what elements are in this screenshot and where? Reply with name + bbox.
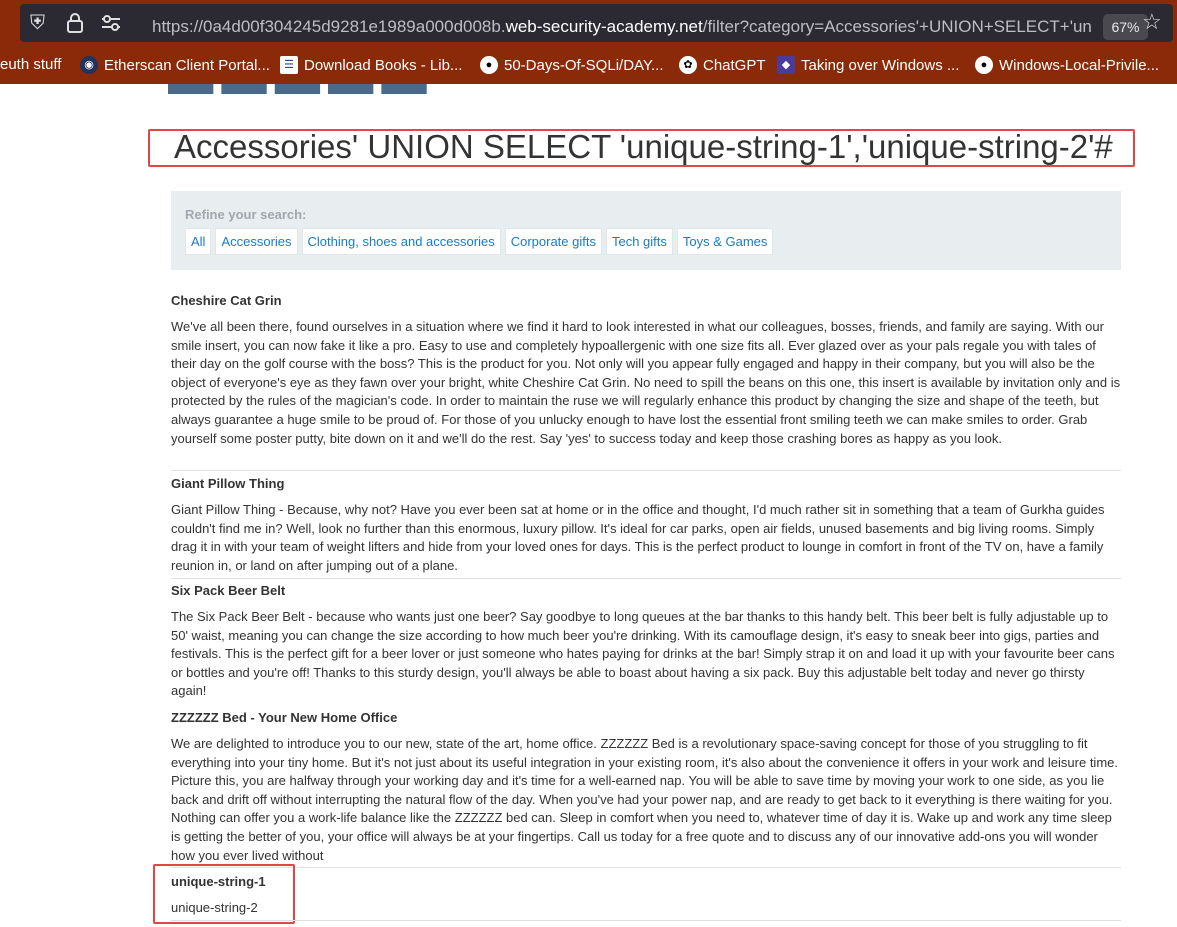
logo-fragment: ▄▄▄▄▄ [168, 84, 468, 94]
address-bar[interactable]: ⛨ https://0a4d00f304245d9281e1989a000d00… [20, 4, 1173, 42]
bookmark-item[interactable]: ✿ ChatGPT [679, 56, 766, 74]
product-name: ZZZZZZ Bed - Your New Home Office [171, 710, 398, 725]
product-description: Giant Pillow Thing - Because, why not? H… [171, 502, 1105, 573]
filter-tech-gifts[interactable]: Tech gifts [605, 228, 673, 255]
bookmark-item[interactable]: ● 50-Days-Of-SQLi/DAY... [480, 56, 664, 74]
browser-toolbar: ⛨ https://0a4d00f304245d9281e1989a000d00… [0, 0, 1177, 84]
highlight-box [148, 129, 1135, 167]
bookmark-label: euth stuff [0, 56, 62, 73]
refine-label: Refine your search: [185, 207, 307, 222]
product-item: Cheshire Cat Grin We've all been there, … [171, 293, 1121, 448]
bookmark-item[interactable]: ● Windows-Local-Privile... [975, 56, 1159, 74]
filter-toys-games[interactable]: Toys & Games [676, 228, 774, 255]
article-icon: ◆ [777, 56, 795, 74]
divider [171, 867, 1121, 868]
product-name: Six Pack Beer Belt [171, 583, 286, 598]
bookmark-label: Taking over Windows ... [801, 56, 960, 74]
product-description: We are delighted to introduce you to our… [171, 736, 1118, 863]
product-description: We've all been there, found ourselves in… [171, 319, 1121, 446]
bookmark-label: ChatGPT [703, 56, 766, 74]
url-path: /filter?category=Accessories'+UNION+SELE… [702, 17, 1092, 36]
product-name: Cheshire Cat Grin [171, 293, 282, 308]
divider [171, 470, 1121, 471]
bookmark-item[interactable]: ◆ Taking over Windows ... [777, 56, 959, 74]
highlight-box [153, 864, 295, 924]
product-name: unique-string-1 [171, 874, 266, 889]
filter-corporate-gifts[interactable]: Corporate gifts [504, 228, 602, 255]
github-icon: ● [975, 56, 993, 74]
bookmark-star-icon[interactable]: ☆ [1142, 11, 1162, 33]
filter-panel: Refine your search: All Accessories Clot… [171, 191, 1121, 270]
chatgpt-icon: ✿ [679, 56, 697, 74]
url-domain: web-security-academy.net [505, 17, 703, 36]
bookmark-label: Etherscan Client Portal... [104, 56, 270, 74]
bookmark-item[interactable]: euth stuff [0, 56, 61, 73]
url-text[interactable]: https://0a4d00f304245d9281e1989a000d008b… [152, 17, 1092, 37]
filter-list: All Accessories Clothing, shoes and acce… [185, 228, 774, 255]
shield-icon[interactable]: ⛨ [30, 13, 45, 33]
bookmark-label: Windows-Local-Privile... [999, 56, 1160, 74]
product-item: Giant Pillow Thing Giant Pillow Thing - … [171, 476, 1121, 575]
etherscan-icon: ◉ [80, 56, 98, 74]
product-item: ZZZZZZ Bed - Your New Home Office We are… [171, 710, 1121, 865]
filter-accessories[interactable]: Accessories [215, 228, 298, 255]
github-icon: ● [480, 56, 498, 74]
product-name: Giant Pillow Thing [171, 476, 285, 491]
url-prefix: https://0a4d00f304245d9281e1989a000d008b… [152, 17, 506, 36]
product-item: unique-string-1 unique-string-2 [171, 874, 1121, 918]
bookmark-item[interactable]: ☰ Download Books - Lib... [280, 56, 462, 74]
filter-all[interactable]: All [185, 228, 212, 255]
product-description: unique-string-2 [171, 900, 258, 915]
product-description: The Six Pack Beer Belt - because who wan… [171, 609, 1115, 699]
divider [171, 578, 1121, 579]
filter-clothing[interactable]: Clothing, shoes and accessories [301, 228, 501, 255]
book-icon: ☰ [280, 56, 298, 74]
divider [171, 920, 1121, 921]
bookmark-label: Download Books - Lib... [304, 56, 463, 74]
lock-icon[interactable] [66, 13, 84, 37]
site-permissions-icon[interactable] [100, 13, 122, 37]
product-item: Six Pack Beer Belt The Six Pack Beer Bel… [171, 583, 1121, 701]
bookmark-label: 50-Days-Of-SQLi/DAY... [504, 56, 664, 74]
bookmarks-bar: euth stuff ◉ Etherscan Client Portal... ☰… [0, 50, 1177, 84]
bookmark-item[interactable]: ◉ Etherscan Client Portal... [80, 56, 270, 74]
